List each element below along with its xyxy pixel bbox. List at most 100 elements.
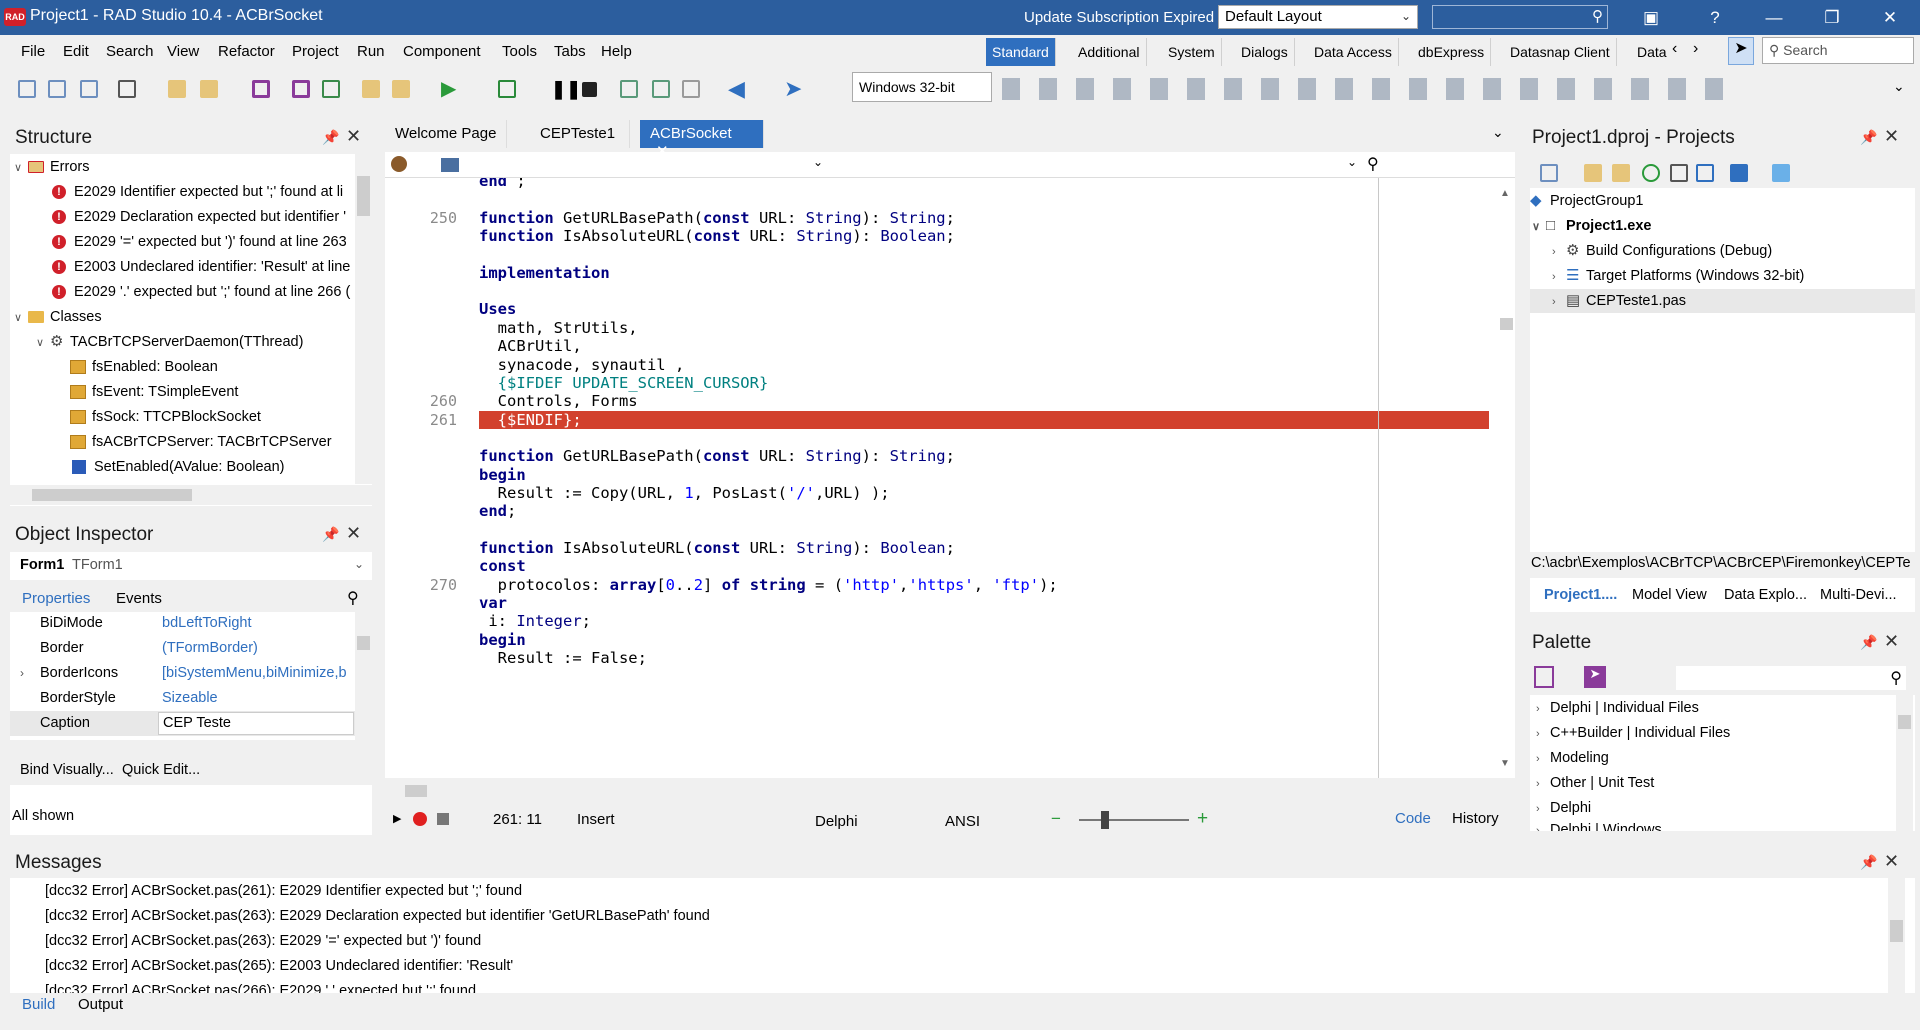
scroll-up-icon[interactable]: ▲ (1500, 188, 1510, 199)
code-editor[interactable]: end ; 250 function GetURLBasePath(const UR… (385, 178, 1507, 778)
add-icon[interactable] (1584, 164, 1602, 182)
chevron-down-icon[interactable]: ∨ (36, 332, 50, 354)
new-items-icon[interactable] (48, 80, 66, 98)
palette-tab-standard[interactable]: Standard (986, 38, 1056, 66)
tree-error-item[interactable]: ! E2029 Identifier expected but ';' found… (52, 181, 343, 203)
code-line[interactable]: const (385, 557, 1507, 575)
tab-cepteste1[interactable]: CEPTeste1 (526, 120, 631, 148)
project-group-node[interactable]: ◆ ProjectGroup1 (1530, 190, 1644, 212)
pointer-tool-icon[interactable]: ➤ (1728, 37, 1754, 65)
sort-icon[interactable] (1730, 164, 1748, 182)
tab-events[interactable]: Events (116, 590, 162, 607)
code-line[interactable] (385, 521, 1507, 539)
tab-output[interactable]: Output (78, 996, 123, 1013)
open-folder-icon[interactable] (1612, 164, 1630, 182)
sync-icon[interactable] (1642, 164, 1660, 182)
save-all-icon[interactable] (292, 80, 310, 98)
code-line[interactable]: Uses (385, 300, 1507, 318)
tab-projects[interactable]: Project1.... (1544, 587, 1617, 603)
message-line[interactable]: [dcc32 Error] ACBrSocket.pas(263): E2029… (45, 908, 710, 924)
palette-tab-additional[interactable]: Additional (1072, 38, 1147, 66)
tab-data-explorer[interactable]: Data Explo... (1724, 587, 1807, 603)
pin-icon[interactable]: 📌 (322, 129, 339, 146)
chevron-right-icon[interactable]: › (20, 662, 24, 684)
run-without-debug-icon[interactable] (498, 80, 516, 98)
new-icon[interactable] (18, 80, 36, 98)
scroll-thumb[interactable] (357, 176, 370, 216)
structure-vscrollbar[interactable] (355, 154, 372, 484)
palette-item[interactable]: › Delphi (1536, 797, 1591, 819)
trace-into-icon[interactable] (620, 80, 638, 98)
menu-file[interactable]: File (21, 43, 45, 60)
save-icon[interactable] (252, 80, 270, 98)
zoom-slider-thumb[interactable] (1101, 811, 1109, 829)
chevron-right-icon[interactable]: › (1536, 723, 1550, 745)
open-icon[interactable] (80, 80, 98, 98)
structure-hscrollbar[interactable] (10, 485, 372, 505)
chevron-right-icon[interactable]: › (1536, 698, 1550, 720)
tab-acbrsocket[interactable]: ACBrSocket ✕ (640, 120, 764, 160)
code-line[interactable]: function IsAbsoluteURL(const URL: String… (385, 539, 1507, 557)
code-line[interactable]: function IsAbsoluteURL(const URL: String… (385, 227, 1507, 245)
close-icon[interactable]: ✕ (346, 523, 361, 544)
property-value[interactable]: [biSystemMenu,biMinimize,b (162, 662, 352, 684)
close-window-button[interactable]: ✕ (1861, 0, 1919, 35)
layout-dropdown[interactable]: Default Layout ⌄ (1218, 5, 1418, 29)
menu-help[interactable]: Help (601, 43, 632, 60)
pin-icon[interactable]: 📌 (1860, 854, 1877, 871)
code-line[interactable]: 260 Controls, Forms (385, 392, 1507, 410)
new-project-icon[interactable] (1540, 164, 1558, 182)
palette-prev-icon[interactable]: ‹ (1672, 40, 1677, 58)
menu-project[interactable]: Project (292, 43, 339, 60)
message-line[interactable]: [dcc32 Error] ACBrSocket.pas(266): E2029… (45, 983, 476, 993)
chevron-right-icon[interactable]: › (1536, 820, 1550, 831)
palette-vscrollbar[interactable] (1896, 695, 1913, 831)
chevron-down-icon[interactable]: ∨ (14, 157, 28, 179)
chevron-right-icon[interactable]: › (1536, 773, 1550, 795)
palette-pointer-icon[interactable]: ➤ (1584, 666, 1606, 688)
inspector-object-select[interactable]: Form1 TForm1 ⌄ (10, 552, 372, 580)
run-to-cursor-icon[interactable] (682, 80, 700, 98)
pause-icon[interactable]: ❚❚ (551, 80, 581, 98)
palette-tab-data[interactable]: Data (1631, 38, 1673, 66)
code-line[interactable]: ACBrUtil, (385, 337, 1507, 355)
palette-categories-icon[interactable] (1534, 666, 1554, 688)
bind-visually-link[interactable]: Bind Visually... (20, 762, 114, 778)
tab-build[interactable]: Build (22, 996, 55, 1013)
chevron-right-icon[interactable]: › (1536, 748, 1550, 770)
close-icon[interactable]: ✕ (1884, 126, 1899, 147)
code-line[interactable]: begin (385, 466, 1507, 484)
scroll-thumb[interactable] (405, 785, 427, 797)
scroll-thumb[interactable] (1500, 318, 1513, 330)
menu-run[interactable]: Run (357, 43, 385, 60)
pin-icon[interactable]: 📌 (322, 526, 339, 543)
tree-member[interactable]: fsEnabled: Boolean (70, 356, 218, 378)
tree-error-item[interactable]: ! E2029 Declaration expected but identifi… (52, 206, 346, 228)
palette-search-input[interactable]: ⚲ Search (1762, 37, 1914, 64)
add-file-icon[interactable] (362, 80, 380, 98)
code-line[interactable] (385, 429, 1507, 447)
scroll-down-icon[interactable]: ▼ (1500, 758, 1510, 769)
tree-error-item[interactable]: ! E2029 '.' expected but ';' found at lin… (52, 281, 350, 303)
message-line[interactable]: [dcc32 Error] ACBrSocket.pas(263): E2029… (45, 933, 481, 949)
property-value[interactable]: bdLeftToRight (162, 612, 251, 634)
menu-tabs[interactable]: Tabs (554, 43, 586, 60)
editor-hscrollbar[interactable] (385, 782, 1498, 800)
code-line[interactable]: function GetURLBasePath(const URL: Strin… (385, 447, 1507, 465)
palette-item[interactable]: › Delphi | Windows (1536, 819, 1662, 831)
menu-view[interactable]: View (167, 43, 199, 60)
code-line[interactable] (385, 190, 1507, 208)
pin-icon[interactable]: 📌 (1860, 634, 1877, 651)
tree-member[interactable]: fsSock: TTCPBlockSocket (70, 406, 261, 428)
messages-vscrollbar[interactable] (1888, 878, 1905, 993)
palette-tab-system[interactable]: System (1162, 38, 1222, 66)
pin-icon[interactable]: 📌 (1860, 129, 1877, 146)
open-project-icon[interactable] (118, 80, 136, 98)
chevron-right-icon[interactable]: › (1552, 241, 1566, 263)
restore-button[interactable]: ❐ (1803, 0, 1861, 35)
search-icon[interactable]: ⚲ (1367, 154, 1379, 174)
code-line[interactable]: begin (385, 631, 1507, 649)
play-macro-icon[interactable]: ▶ (393, 812, 401, 825)
caption-edit-field[interactable]: CEP Teste (158, 712, 354, 735)
tab-properties[interactable]: Properties (22, 590, 90, 607)
